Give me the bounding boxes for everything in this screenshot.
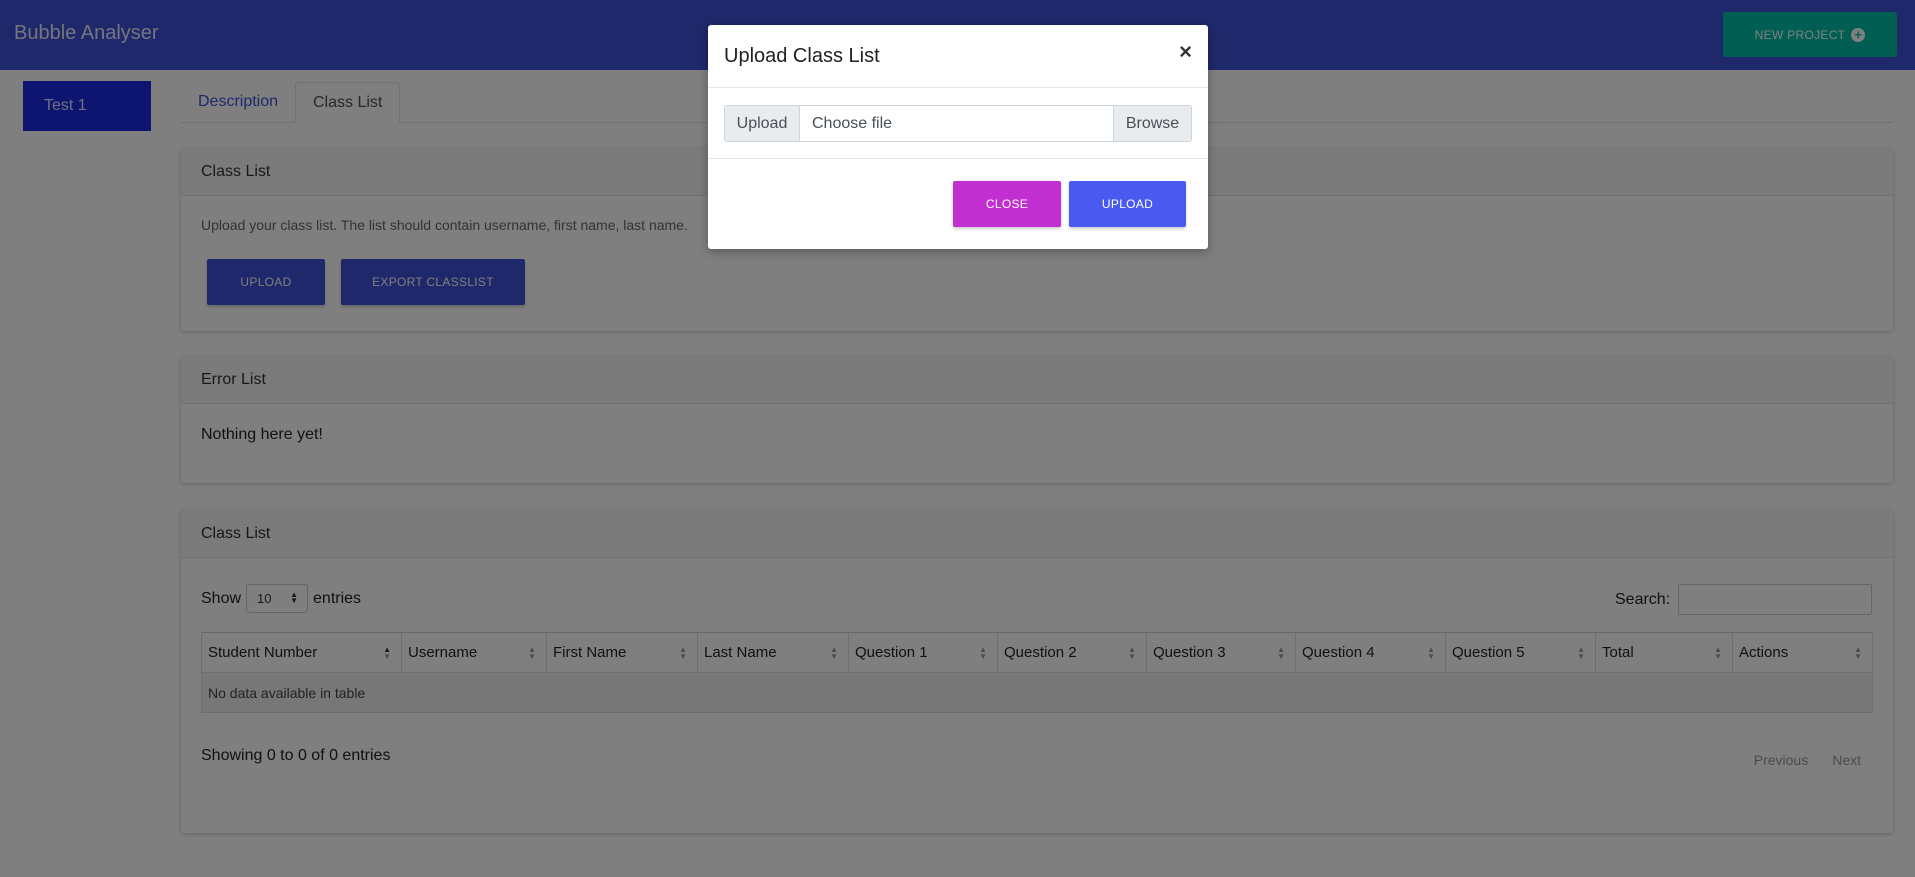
file-input[interactable]: Upload Choose file Browse [724, 105, 1192, 142]
upload-class-list-modal: Upload Class List × Upload Choose file B… [708, 25, 1208, 249]
modal-body: Upload Choose file Browse [708, 88, 1208, 159]
modal-title: Upload Class List [724, 45, 880, 67]
modal-upload-button[interactable]: UPLOAD [1069, 181, 1186, 227]
modal-footer: CLOSE UPLOAD [708, 159, 1208, 247]
browse-button[interactable]: Browse [1113, 106, 1191, 141]
close-button[interactable]: CLOSE [953, 181, 1061, 227]
close-icon[interactable]: × [1179, 41, 1192, 63]
file-input-prefix: Upload [725, 106, 800, 141]
modal-header: Upload Class List × [708, 25, 1208, 88]
file-input-label[interactable]: Choose file [800, 106, 1113, 141]
